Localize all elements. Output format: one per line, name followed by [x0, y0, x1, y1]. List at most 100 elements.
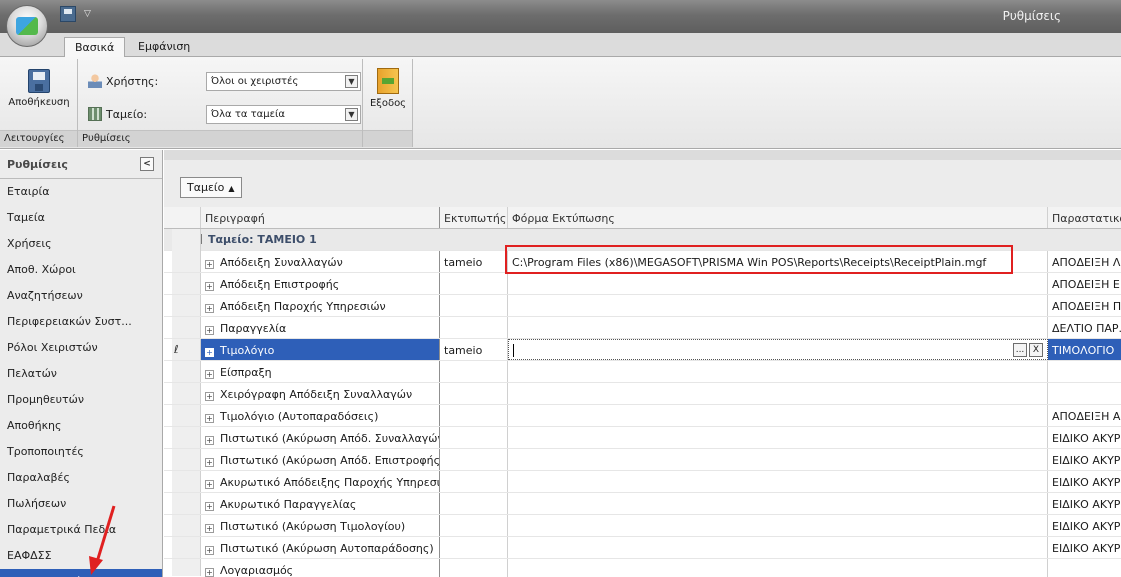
column-header-document[interactable]: Παραστατικό — [1048, 207, 1121, 228]
sidebar-item-suppliers[interactable]: Προμηθευτών — [0, 387, 162, 413]
sidebar-item-tills[interactable]: Ταμεία — [0, 205, 162, 231]
sidebar-item-receptions[interactable]: Παραλαβές — [0, 465, 162, 491]
sidebar-item-inventory[interactable]: Αποθήκης — [0, 413, 162, 439]
user-select[interactable]: Όλοι οι χειριστές ▼ — [206, 71, 361, 91]
row-print-form[interactable] — [508, 559, 1048, 577]
expand-row-icon[interactable]: + — [205, 524, 214, 533]
row-printer[interactable] — [440, 515, 508, 536]
row-print-form[interactable] — [508, 383, 1048, 404]
sidebar-item-eafdss[interactable]: ΕΑΦΔΣΣ — [0, 543, 162, 569]
table-row[interactable]: + Πιστωτικό (Ακύρωση Απόδ. Συναλλαγών) ΕΙ… — [164, 427, 1121, 449]
expand-row-icon[interactable]: + — [205, 304, 214, 313]
row-print-form[interactable] — [508, 273, 1048, 294]
expand-row-icon[interactable]: + — [205, 546, 214, 555]
row-printer[interactable] — [440, 471, 508, 492]
table-row[interactable]: + Απόδειξη Συναλλαγών tameio C:\Program F… — [164, 251, 1121, 273]
row-print-form[interactable] — [508, 317, 1048, 338]
expand-row-icon[interactable]: + — [205, 348, 214, 357]
row-document[interactable]: ΑΠΟΔΕΙΞΗ Π — [1048, 295, 1121, 316]
row-print-form[interactable] — [508, 471, 1048, 492]
expand-row-icon[interactable]: + — [205, 436, 214, 445]
sidebar-item-custom-fields[interactable]: Παραμετρικά Πεδία — [0, 517, 162, 543]
save-button[interactable]: Αποθήκευση — [2, 65, 76, 119]
clear-value-button[interactable]: X — [1029, 343, 1043, 357]
row-print-form[interactable] — [508, 449, 1048, 470]
table-row[interactable]: + Απόδειξη Επιστροφής ΑΠΟΔΕΙΞΗ Ε — [164, 273, 1121, 295]
table-row[interactable]: + Ακυρωτικό Απόδειξης Παροχής Υπηρεσι... … — [164, 471, 1121, 493]
sidebar-item-warehouses[interactable]: Αποθ. Χώροι — [0, 257, 162, 283]
tab-view[interactable]: Εμφάνιση — [128, 37, 200, 58]
row-printer[interactable] — [440, 317, 508, 338]
sidebar-item-documents[interactable]: Παραστατικά — [0, 569, 162, 577]
expand-row-icon[interactable]: + — [205, 370, 214, 379]
expand-row-icon[interactable]: + — [205, 414, 214, 423]
chevron-down-icon[interactable]: ▼ — [345, 107, 358, 121]
table-row[interactable]: + Πιστωτικό (Ακύρωση Απόδ. Επιστροφής) ΕΙ… — [164, 449, 1121, 471]
table-row[interactable]: + Πιστωτικό (Ακύρωση Τιμολογίου) ΕΙΔΙΚΟ Α… — [164, 515, 1121, 537]
till-select[interactable]: Όλα τα ταμεία ▼ — [206, 104, 361, 124]
row-print-form[interactable] — [508, 361, 1048, 382]
row-printer[interactable] — [440, 405, 508, 426]
sidebar-item-modifiers[interactable]: Τροποποιητές — [0, 439, 162, 465]
row-print-form[interactable] — [508, 295, 1048, 316]
table-row[interactable]: + Πιστωτικό (Ακύρωση Αυτοπαράδοσης) ΕΙΔΙΚ… — [164, 537, 1121, 559]
row-printer[interactable] — [440, 361, 508, 382]
row-print-form[interactable] — [508, 537, 1048, 558]
collapse-sidebar-icon[interactable]: < — [140, 157, 154, 171]
print-form-editor[interactable]: ... X — [508, 339, 1048, 360]
sidebar-item-operator-roles[interactable]: Ρόλοι Χειριστών — [0, 335, 162, 361]
table-row[interactable]: + Χειρόγραφη Απόδειξη Συναλλαγών — [164, 383, 1121, 405]
application-menu-button[interactable] — [6, 5, 48, 47]
quick-access-dropdown-icon[interactable]: ▽ — [84, 9, 91, 19]
row-printer[interactable] — [440, 427, 508, 448]
row-printer[interactable]: tameio — [440, 251, 508, 272]
group-row-till[interactable]: − Ταμείο: ΤΑΜΕΙΟ 1 — [164, 229, 1121, 251]
row-printer[interactable] — [440, 493, 508, 514]
row-printer[interactable]: tameio — [440, 339, 508, 360]
row-printer[interactable] — [440, 273, 508, 294]
chevron-down-icon[interactable]: ▼ — [345, 74, 358, 88]
row-print-form[interactable] — [508, 515, 1048, 536]
table-row[interactable]: + Ακυρωτικό Παραγγελίας ΕΙΔΙΚΟ ΑΚΥΡ — [164, 493, 1121, 515]
group-by-till-chip[interactable]: Ταμείο ▲ — [180, 177, 242, 198]
expand-row-icon[interactable]: + — [205, 458, 214, 467]
sidebar-item-company[interactable]: Εταιρία — [0, 179, 162, 205]
sidebar-item-sales[interactable]: Πωλήσεων — [0, 491, 162, 517]
sidebar-item-searches[interactable]: Αναζητήσεων — [0, 283, 162, 309]
expand-row-icon[interactable]: + — [205, 282, 214, 291]
row-document[interactable]: ΕΙΔΙΚΟ ΑΚΥΡ — [1048, 427, 1121, 448]
row-document[interactable]: ΕΙΔΙΚΟ ΑΚΥΡ — [1048, 537, 1121, 558]
tab-basic[interactable]: Βασικά — [64, 37, 126, 58]
table-row[interactable]: + Παραγγελία ΔΕΛΤΙΟ ΠΑΡ. — [164, 317, 1121, 339]
row-document[interactable] — [1048, 559, 1121, 577]
expand-row-icon[interactable]: + — [205, 392, 214, 401]
row-document[interactable]: ΕΙΔΙΚΟ ΑΚΥΡ — [1048, 493, 1121, 514]
row-document[interactable]: ΑΠΟΔΕΙΞΗ Ε — [1048, 273, 1121, 294]
quick-save-icon[interactable] — [60, 6, 76, 22]
sidebar-item-peripherals[interactable]: Περιφερειακών Συστ... — [0, 309, 162, 335]
table-row-selected[interactable]: ℓ + Τιμολόγιο tameio ... X ΤΙΜΟΛΟΓΙΟ — [164, 339, 1121, 361]
row-printer[interactable] — [440, 383, 508, 404]
sidebar-item-customers[interactable]: Πελατών — [0, 361, 162, 387]
row-print-form[interactable] — [508, 493, 1048, 514]
row-printer[interactable] — [440, 449, 508, 470]
row-print-form[interactable] — [508, 405, 1048, 426]
row-printer[interactable] — [440, 559, 508, 577]
row-document[interactable]: ΕΙΔΙΚΟ ΑΚΥΡ — [1048, 515, 1121, 536]
expand-row-icon[interactable]: + — [205, 502, 214, 511]
expand-row-icon[interactable]: + — [205, 260, 214, 269]
exit-button[interactable]: Εξοδος — [363, 65, 413, 119]
table-row[interactable]: + Τιμολόγιο (Αυτοπαραδόσεις) ΑΠΟΔΕΙΞΗ Α — [164, 405, 1121, 427]
expand-row-icon[interactable]: + — [205, 326, 214, 335]
table-row[interactable]: + Είσπραξη — [164, 361, 1121, 383]
row-printer[interactable] — [440, 295, 508, 316]
column-header-printer[interactable]: Εκτυπωτής — [440, 207, 508, 228]
row-document[interactable] — [1048, 361, 1121, 382]
row-print-form[interactable] — [508, 427, 1048, 448]
table-row[interactable]: + Απόδειξη Παροχής Υπηρεσιών ΑΠΟΔΕΙΞΗ Π — [164, 295, 1121, 317]
row-print-form[interactable]: C:\Program Files (x86)\MEGASOFT\PRISMA W… — [508, 251, 1048, 272]
row-document[interactable]: ΔΕΛΤΙΟ ΠΑΡ. — [1048, 317, 1121, 338]
row-document[interactable]: ΑΠΟΔΕΙΞΗ Α — [1048, 405, 1121, 426]
row-printer[interactable] — [440, 537, 508, 558]
row-document[interactable]: ΕΙΔΙΚΟ ΑΚΥΡ — [1048, 471, 1121, 492]
